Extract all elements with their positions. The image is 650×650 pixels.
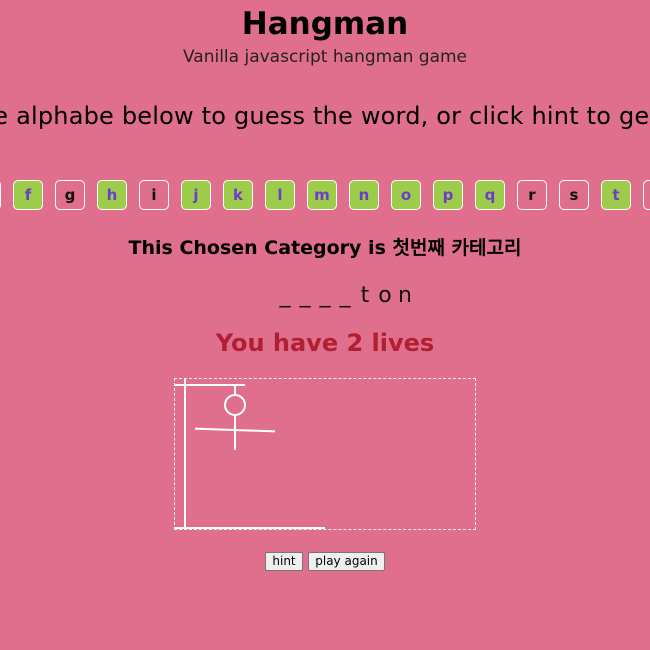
word-letter-slot: _ [319,283,331,308]
play-again-button[interactable]: play again [308,552,385,571]
letter-button-h[interactable]: h [97,180,127,210]
hangman-canvas [174,378,476,530]
letter-button-j[interactable]: j [181,180,211,210]
hint-button[interactable]: hint [265,552,303,571]
letter-button-q[interactable]: q [475,180,505,210]
letter-button-u[interactable]: u [643,180,650,210]
letter-button-m[interactable]: m [307,180,337,210]
letter-button-f[interactable]: f [13,180,43,210]
letter-button-t[interactable]: t [601,180,631,210]
letter-button-s[interactable]: s [559,180,589,210]
word-letter-slot: n [398,283,412,308]
hangman-drawing [175,379,325,529]
word-display: _ _ _ _ t o n [275,281,415,311]
word-letter-slot: _ [339,283,351,308]
letter-button-r[interactable]: r [517,180,547,210]
page-subtitle: Vanilla javascript hangman game [182,47,468,67]
word-letter-slot: _ [299,283,311,308]
letter-button-n[interactable]: n [349,180,379,210]
word-letter-slot: o [378,283,392,308]
page-title: Hangman [241,6,409,42]
letter-button-p[interactable]: p [433,180,463,210]
category-label: This Chosen Category is 첫번째 카테고리 [128,237,522,259]
letter-button-l[interactable]: l [265,180,295,210]
instructions-text: he alphabe below to guess the word, or c… [0,102,650,130]
hangman-arms [194,427,276,433]
letter-button-k[interactable]: k [223,180,253,210]
letter-button-e[interactable]: e [0,180,1,210]
hangman-head [224,394,246,416]
lives-counter: You have 2 lives [215,329,435,357]
letter-button-i[interactable]: i [139,180,169,210]
word-letter-slot: t [360,283,370,308]
word-letter-slot: _ [279,283,291,308]
letter-button-g[interactable]: g [55,180,85,210]
letter-button-o[interactable]: o [391,180,421,210]
